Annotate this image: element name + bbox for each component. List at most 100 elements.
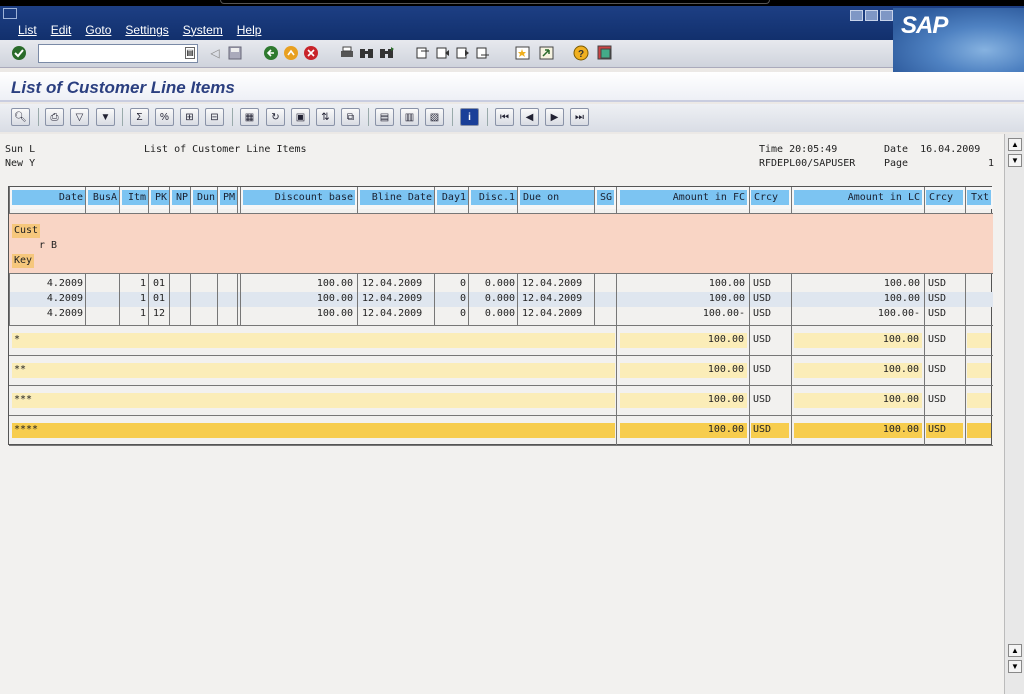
col-discount-base[interactable]: Discount base — [243, 190, 355, 205]
next-page-icon[interactable] — [454, 44, 472, 62]
total-divider — [9, 415, 993, 416]
column-icon[interactable]: ▤ — [375, 108, 394, 126]
prev-page-icon[interactable] — [434, 44, 452, 62]
row-divider — [9, 325, 993, 326]
subtotal-icon[interactable]: % — [155, 108, 174, 126]
table-cell: 0.000 — [484, 293, 515, 304]
shortcut-icon[interactable] — [538, 44, 556, 62]
col-crcy-fc[interactable]: Crcy — [751, 190, 789, 205]
table-cell: 0 — [459, 293, 466, 304]
last-page-icon[interactable] — [474, 44, 492, 62]
menu-help[interactable]: Help — [237, 23, 262, 37]
column-divider — [791, 273, 792, 325]
detail-icon[interactable]: 🔍︎ — [11, 108, 30, 126]
filter-set-icon[interactable]: ▽ — [70, 108, 89, 126]
col-bline-date[interactable]: Bline Date — [360, 190, 434, 205]
sum-icon[interactable]: Σ — [130, 108, 149, 126]
col-due-on[interactable]: Due on — [520, 190, 594, 205]
change-layout-icon[interactable]: ↻ — [266, 108, 285, 126]
scroll-page-down-icon[interactable]: ▼ — [1008, 154, 1022, 167]
back-icon[interactable] — [262, 44, 280, 62]
col-disc1[interactable]: Disc.1 — [471, 190, 517, 205]
help-icon[interactable]: ? — [572, 44, 590, 62]
total-band — [967, 423, 991, 438]
close-window-icon[interactable] — [880, 10, 893, 21]
col-dun[interactable]: Dun — [193, 190, 217, 205]
next-icon[interactable]: ▶ — [545, 108, 564, 126]
collapse-icon[interactable]: ⊟ — [205, 108, 224, 126]
column-divider — [924, 187, 925, 213]
column-divider — [791, 356, 792, 386]
col-sg[interactable]: SG — [597, 190, 614, 205]
col-itm[interactable]: Itm — [122, 190, 148, 205]
exit-icon[interactable] — [282, 44, 300, 62]
col-date[interactable]: Date — [12, 190, 85, 205]
prev-icon[interactable]: ◀ — [520, 108, 539, 126]
save-icon[interactable] — [226, 44, 244, 62]
col-pm[interactable]: PM — [220, 190, 237, 205]
scroll-down-icon[interactable]: ▼ — [1008, 660, 1022, 673]
table-cell: 1 — [139, 293, 146, 304]
info-icon[interactable]: i — [460, 108, 479, 126]
column-divider — [357, 273, 358, 325]
save-layout-icon[interactable]: ▣ — [291, 108, 310, 126]
select-column-icon[interactable]: ▥ — [400, 108, 419, 126]
first-page-icon[interactable] — [414, 44, 432, 62]
col-amount-lc[interactable]: Amount in LC — [794, 190, 922, 205]
customize-layout-icon[interactable] — [596, 44, 614, 62]
table-cell: 12.04.2009 — [522, 308, 583, 319]
last-icon[interactable]: ⏭ — [570, 108, 589, 126]
first-icon[interactable]: ⏮ — [495, 108, 514, 126]
column-divider — [924, 416, 925, 446]
column-divider — [924, 356, 925, 386]
column-divider — [434, 273, 435, 325]
choose-layout-icon[interactable]: ▦ — [240, 108, 259, 126]
find-icon[interactable] — [358, 44, 376, 62]
col-txt[interactable]: Txt — [967, 190, 991, 205]
menu-edit[interactable]: Edit — [51, 23, 72, 37]
page-label: Page — [884, 158, 909, 169]
filter-icon[interactable]: ▼ — [96, 108, 115, 126]
column-divider — [924, 386, 925, 416]
system-menu-icon[interactable] — [3, 8, 17, 19]
command-history-icon[interactable]: ▤ — [185, 47, 195, 59]
col-amount-fc[interactable]: Amount in FC — [620, 190, 747, 205]
command-field[interactable]: ▤ — [38, 44, 198, 63]
col-pk[interactable]: PK — [151, 190, 169, 205]
col-np[interactable]: NP — [172, 190, 190, 205]
print-icon[interactable] — [338, 44, 356, 62]
vertical-scrollbar[interactable]: ▲ ▼ ▲ ▼ — [1004, 134, 1024, 694]
total-band — [12, 363, 615, 378]
menu-system[interactable]: System — [183, 23, 223, 37]
menu-list[interactable]: List — [18, 23, 37, 37]
table-cell: 12.04.2009 — [362, 278, 423, 289]
sort-icon[interactable]: ⇅ — [316, 108, 335, 126]
cust-label: Cust — [12, 224, 41, 238]
col-day1[interactable]: Day1 — [437, 190, 468, 205]
total-fc: 100.00 — [707, 364, 744, 375]
table-cell: 0.000 — [484, 308, 515, 319]
col-busa[interactable]: BusA — [88, 190, 119, 205]
minimize-icon[interactable] — [850, 10, 863, 21]
expand-icon[interactable]: ⊞ — [180, 108, 199, 126]
total-fc-currency: USD — [753, 334, 772, 345]
menu-settings[interactable]: Settings — [125, 23, 168, 37]
total-fc-currency: USD — [753, 394, 772, 405]
enter-check-icon[interactable] — [10, 44, 28, 62]
deselect-column-icon[interactable]: ▧ — [425, 108, 444, 126]
column-divider — [119, 273, 120, 325]
column-divider — [119, 187, 120, 213]
menu-goto[interactable]: Goto — [85, 23, 111, 37]
scroll-page-up-icon[interactable]: ▲ — [1008, 644, 1022, 657]
export-icon[interactable]: ⧉ — [341, 108, 360, 126]
print-list-icon[interactable]: ⎙ — [45, 108, 64, 126]
cancel-icon[interactable] — [302, 44, 320, 62]
new-session-icon[interactable] — [514, 44, 532, 62]
page-number: 1 — [988, 158, 995, 169]
find-next-icon[interactable] — [378, 44, 396, 62]
restore-icon[interactable] — [865, 10, 878, 21]
scroll-up-icon[interactable]: ▲ — [1008, 138, 1022, 151]
col-crcy-lc[interactable]: Crcy — [926, 190, 963, 205]
column-divider — [169, 273, 170, 325]
time-label: Time 20:05:49 — [759, 144, 838, 155]
